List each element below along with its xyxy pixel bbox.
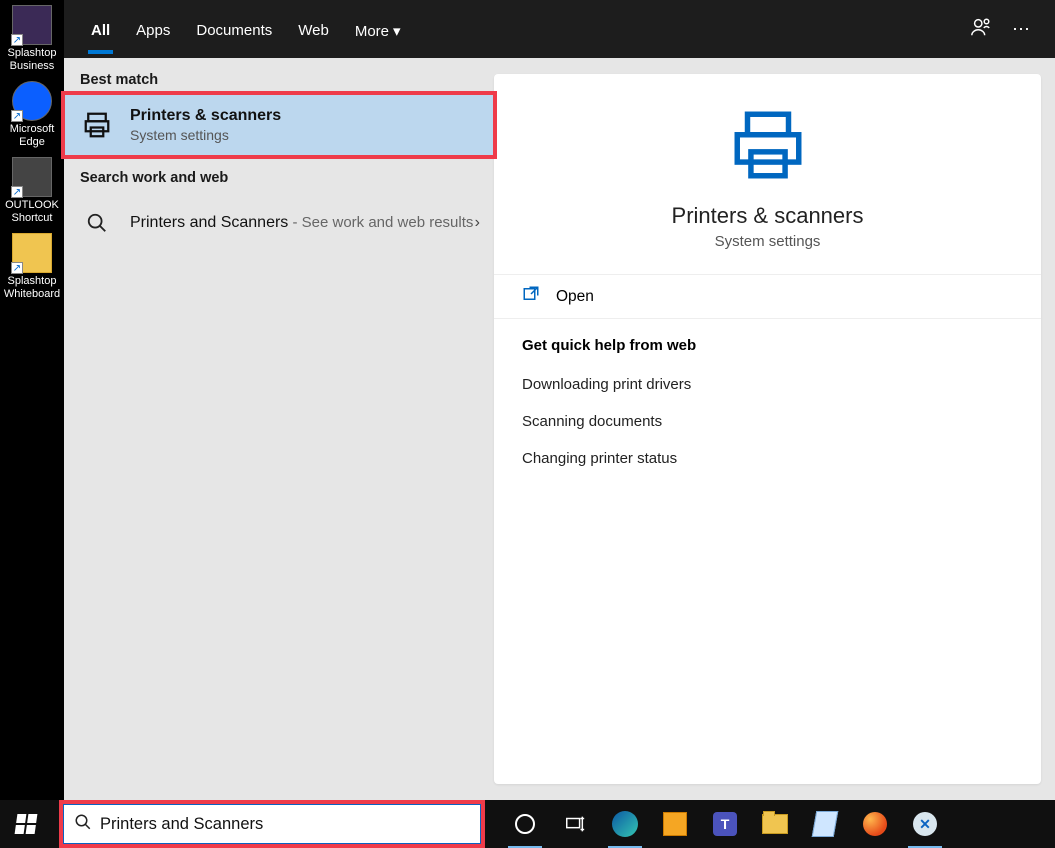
taskview-icon bbox=[564, 813, 586, 835]
edge-icon bbox=[612, 811, 638, 837]
tab-more[interactable]: More▾ bbox=[342, 4, 414, 55]
search-icon bbox=[74, 813, 92, 836]
open-icon bbox=[522, 285, 540, 308]
windows-logo-icon bbox=[15, 814, 38, 834]
result-subtitle: System settings bbox=[130, 127, 281, 143]
desktop-icon-outlook[interactable]: ↗ OUTLOOK Shortcut bbox=[1, 157, 63, 225]
tab-apps[interactable]: Apps bbox=[123, 4, 183, 54]
result-web-printers-scanners[interactable]: Printers and Scanners - See work and web… bbox=[64, 192, 494, 254]
teams-icon: T bbox=[713, 812, 737, 836]
notepad-icon bbox=[812, 811, 839, 837]
detail-subtitle: System settings bbox=[514, 233, 1021, 250]
circle-icon bbox=[515, 814, 535, 834]
detail-title: Printers & scanners bbox=[514, 203, 1021, 229]
help-link-drivers[interactable]: Downloading print drivers bbox=[494, 366, 1041, 403]
result-title: Printers & scanners bbox=[130, 107, 281, 125]
taskbar-taskview[interactable] bbox=[550, 800, 600, 848]
file-explorer-icon bbox=[762, 814, 788, 834]
taskbar-search[interactable] bbox=[62, 803, 482, 845]
start-button[interactable] bbox=[0, 800, 52, 848]
search-input[interactable] bbox=[100, 815, 470, 834]
help-link-scanning[interactable]: Scanning documents bbox=[494, 403, 1041, 440]
tab-all[interactable]: All bbox=[78, 4, 123, 54]
best-match-label: Best match bbox=[64, 58, 494, 94]
chevron-down-icon: ▾ bbox=[393, 22, 401, 40]
search-tabbar: All Apps Documents Web More▾ ⋯ bbox=[64, 0, 1055, 58]
printer-large-icon bbox=[514, 104, 1021, 191]
search-flyout: All Apps Documents Web More▾ ⋯ Best matc… bbox=[64, 0, 1055, 800]
desktop-icon-splashtop-business[interactable]: ↗ Splashtop Business bbox=[1, 5, 63, 73]
tab-web[interactable]: Web bbox=[285, 4, 342, 54]
search-icon bbox=[78, 204, 116, 242]
splashtop-icon: ✕ bbox=[913, 812, 937, 836]
taskbar-firefox[interactable] bbox=[850, 800, 900, 848]
outlook-icon bbox=[663, 812, 687, 836]
taskbar-edge[interactable] bbox=[600, 800, 650, 848]
tab-documents[interactable]: Documents bbox=[183, 4, 285, 54]
taskbar: T ✕ bbox=[0, 800, 1055, 848]
desktop-icon-splashtop-whiteboard[interactable]: ↗ Splashtop Whiteboard bbox=[1, 233, 63, 301]
open-label: Open bbox=[556, 288, 594, 306]
taskbar-cortana[interactable] bbox=[500, 800, 550, 848]
desktop-icon-edge[interactable]: ↗ Microsoft Edge bbox=[1, 81, 63, 149]
search-work-web-label: Search work and web bbox=[64, 156, 494, 192]
printer-icon bbox=[78, 106, 116, 144]
taskbar-explorer[interactable] bbox=[750, 800, 800, 848]
result-title: Printers and Scanners - See work and web… bbox=[130, 214, 473, 232]
account-icon[interactable] bbox=[961, 16, 1001, 43]
open-action[interactable]: Open bbox=[494, 275, 1041, 319]
taskbar-notepad[interactable] bbox=[800, 800, 850, 848]
results-list: Best match Printers & scanners System se… bbox=[64, 58, 494, 800]
taskbar-teams[interactable]: T bbox=[700, 800, 750, 848]
detail-pane: Printers & scanners System settings Open… bbox=[494, 58, 1055, 800]
taskbar-search-wrap bbox=[62, 803, 482, 845]
chevron-right-icon: › bbox=[475, 214, 480, 232]
desktop-icons: ↗ Splashtop Business ↗ Microsoft Edge ↗ … bbox=[0, 0, 64, 800]
more-icon[interactable]: ⋯ bbox=[1001, 19, 1041, 40]
taskbar-splashtop[interactable]: ✕ bbox=[900, 800, 950, 848]
firefox-icon bbox=[863, 812, 887, 836]
help-link-status[interactable]: Changing printer status bbox=[494, 440, 1041, 477]
quick-help-header: Get quick help from web bbox=[494, 319, 1041, 366]
result-printers-scanners[interactable]: Printers & scanners System settings bbox=[64, 94, 494, 156]
taskbar-outlook[interactable] bbox=[650, 800, 700, 848]
